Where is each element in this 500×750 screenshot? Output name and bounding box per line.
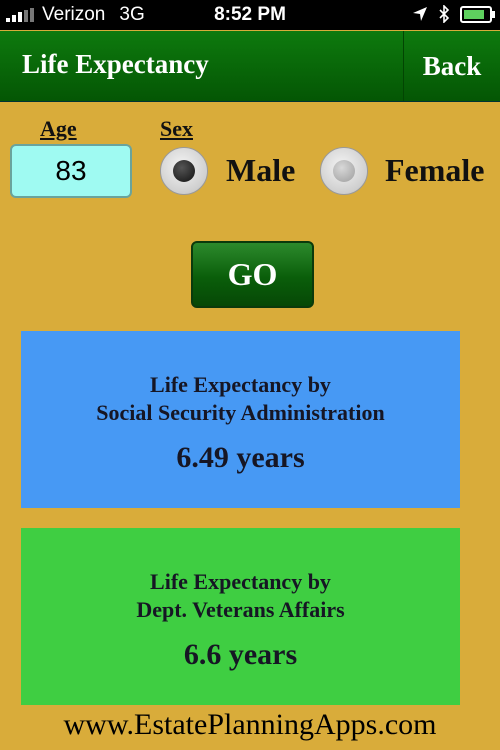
ssa-result-panel: Life Expectancy by Social Security Admin… [21, 331, 460, 508]
status-bar-right [412, 5, 495, 23]
age-label: Age [40, 116, 77, 141]
ssa-result-line1: Life Expectancy by [150, 372, 331, 397]
male-label: Male [226, 152, 296, 188]
va-result-line2: Dept. Veterans Affairs [136, 597, 345, 622]
battery-charging-icon [460, 5, 495, 23]
ssa-result-value: 6.49 years [176, 441, 305, 474]
va-result-value: 6.6 years [183, 638, 298, 671]
va-result-line1: Life Expectancy by [150, 569, 331, 594]
navigation-bar: Life Expectancy Back [0, 31, 500, 102]
location-arrow-icon [413, 7, 427, 21]
status-bar: Verizon 3G 8:52 PM [0, 0, 500, 30]
back-button[interactable]: Back [403, 31, 500, 101]
bluetooth-icon [439, 5, 450, 23]
website-link[interactable]: www.EstatePlanningApps.com [0, 708, 500, 742]
va-result-panel: Life Expectancy by Dept. Veterans Affair… [21, 528, 460, 705]
male-radio-button[interactable] [160, 147, 208, 195]
radio-unselected-indicator [333, 160, 355, 182]
radio-selected-indicator [173, 160, 195, 182]
ssa-result-line2: Social Security Administration [96, 400, 385, 425]
sex-label: Sex [160, 116, 193, 141]
page-title: Life Expectancy [22, 49, 209, 79]
female-radio-button[interactable] [320, 147, 368, 195]
female-label: Female [385, 152, 485, 188]
go-button[interactable]: GO [191, 241, 314, 308]
age-input[interactable]: 83 [10, 144, 132, 198]
